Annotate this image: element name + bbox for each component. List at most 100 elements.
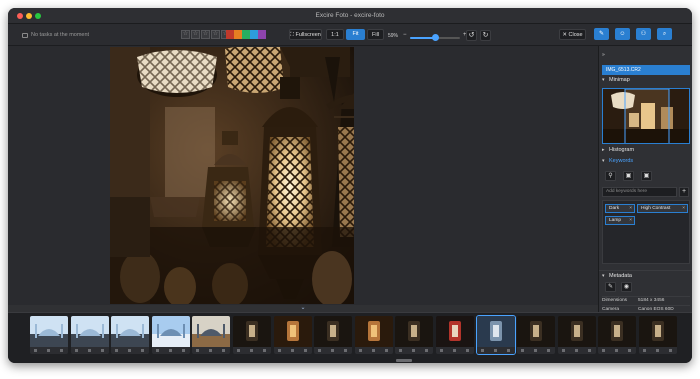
filmstrip-thumbnail[interactable] <box>233 316 271 354</box>
image-viewer[interactable] <box>8 46 598 305</box>
metadata-header[interactable]: ▾ Metadata <box>599 270 692 279</box>
filmstrip-thumbnail[interactable] <box>192 316 231 354</box>
rating-star-icon[interactable]: ☆ <box>191 30 200 39</box>
filmstrip[interactable] <box>8 312 692 363</box>
remove-keyword-icon[interactable]: × <box>629 205 632 212</box>
rotate-left-icon: ↺ <box>468 32 475 39</box>
metadata-edit-button[interactable]: ✎ <box>605 282 616 292</box>
color-label-2[interactable] <box>234 30 242 39</box>
color-label-4[interactable] <box>250 30 258 39</box>
filmstrip-thumbnail[interactable] <box>273 316 312 354</box>
right-panel: » IMG_6513.CR2 ▾ Minimap ▸ Histogram ▾ Ke <box>598 46 692 312</box>
plus-icon: + <box>681 188 687 195</box>
keyword-chip[interactable]: High Contrast × <box>637 204 688 213</box>
zoom-fill-button[interactable]: Fill <box>367 29 384 40</box>
zoom-fit-button[interactable]: Fit <box>346 29 365 40</box>
keyword-list: Dark × High Contrast × Lamp × <box>602 200 690 264</box>
list-icon: ▣ <box>643 173 650 179</box>
toolbar: No tasks at the moment ☆☆☆☆☆ ⛶ Fullscree… <box>8 24 692 46</box>
double-chevron-icon: » <box>602 52 605 58</box>
keyword-label: High Contrast <box>641 206 671 211</box>
main-photo[interactable] <box>110 47 354 304</box>
title-bar: Excire Foto - excire-foto <box>8 8 692 24</box>
rating-star-icon[interactable]: ☆ <box>181 30 190 39</box>
fullscreen-label: Fullscreen <box>295 32 321 38</box>
keyword-chip[interactable]: Dark × <box>605 204 635 213</box>
task-status: No tasks at the moment <box>22 32 89 38</box>
tab-face[interactable]: ☺ <box>615 28 630 40</box>
zoom-slider[interactable] <box>410 34 460 41</box>
tab-search[interactable]: ⌕ <box>657 28 672 40</box>
filmstrip-thumbnail[interactable] <box>557 316 596 354</box>
chevron-right-icon: ▸ <box>602 147 605 153</box>
filmstrip-thumbnail[interactable] <box>314 316 353 354</box>
thumbnail-toolbar <box>192 347 231 354</box>
keyword-input[interactable]: Add keywords here <box>602 187 677 197</box>
minimap-header[interactable]: ▾ Minimap <box>599 77 692 83</box>
filmstrip-thumbnail[interactable] <box>436 316 474 354</box>
filmstrip-thumbnail[interactable] <box>517 316 556 354</box>
face-icon: ☺ <box>619 31 626 37</box>
color-label-1[interactable] <box>226 30 234 39</box>
chevron-down-icon: ⌄ <box>300 305 306 311</box>
thumbnail-toolbar <box>233 347 271 354</box>
metadata-row: Dimensions 5184 x 3456 <box>602 296 690 304</box>
thumbnail-toolbar <box>395 347 434 354</box>
file-section-header[interactable]: » <box>599 52 692 60</box>
filmstrip-thumbnail[interactable] <box>151 316 190 354</box>
add-keyword-button[interactable]: + <box>679 187 689 197</box>
keyword-tag-button[interactable]: ▣ <box>623 171 634 181</box>
filmstrip-thumbnail[interactable] <box>395 316 434 354</box>
filmstrip-toggle[interactable]: ⌄ <box>8 305 598 312</box>
file-list-item[interactable]: IMG_6513.CR2 <box>602 65 690 75</box>
keyword-input-placeholder: Add keywords here <box>606 189 648 194</box>
fullscreen-button[interactable]: ⛶ Fullscreen <box>289 29 322 40</box>
filmstrip-thumbnail[interactable] <box>70 316 109 354</box>
zoom-one-to-one-button[interactable]: 1:1 <box>326 29 344 40</box>
filmstrip-scrollbar[interactable] <box>396 359 412 362</box>
rotate-right-button[interactable]: ↻ <box>480 30 491 41</box>
tab-edit[interactable]: ✎ <box>594 28 609 40</box>
histogram-header[interactable]: ▸ Histogram <box>599 147 692 153</box>
remove-keyword-icon[interactable]: × <box>682 205 685 212</box>
filmstrip-thumbnail[interactable] <box>639 316 677 354</box>
keyword-label: Lamp <box>609 218 621 223</box>
filmstrip-thumbnail[interactable] <box>30 316 68 354</box>
metadata-title: Metadata <box>609 273 632 279</box>
rating-star-icon[interactable]: ☆ <box>211 30 220 39</box>
task-status-text: No tasks at the moment <box>31 32 90 38</box>
edit-icon: ✎ <box>598 31 605 37</box>
close-viewer-button[interactable]: ✕ Close <box>559 29 586 40</box>
rating-star-icon[interactable]: ☆ <box>201 30 210 39</box>
keyword-label: Dark <box>609 206 620 211</box>
pen-icon: ✎ <box>607 284 614 290</box>
metadata-row: Camera Canon EOS 60D <box>602 305 690 313</box>
fit-label: Fit <box>352 31 359 37</box>
keyword-list-button[interactable]: ▣ <box>641 171 652 181</box>
tab-people[interactable]: ⚇ <box>636 28 651 40</box>
zoom-out-icon[interactable]: − <box>403 32 407 38</box>
filmstrip-thumbnail[interactable] <box>598 316 637 354</box>
metadata-key: Dimensions <box>602 298 628 303</box>
keywords-header[interactable]: ▾ Keywords <box>599 158 692 164</box>
rotate-left-button[interactable]: ↺ <box>466 30 477 41</box>
filmstrip-thumbnail[interactable] <box>354 316 393 354</box>
metadata-view-button[interactable]: ◉ <box>621 282 632 292</box>
thumbnail-toolbar <box>151 347 190 354</box>
minimap-title: Minimap <box>609 77 630 83</box>
filmstrip-thumbnail[interactable] <box>476 316 515 354</box>
metadata-value: 5184 x 3456 <box>638 298 665 303</box>
color-label-5[interactable] <box>258 30 266 39</box>
color-labels <box>226 30 266 39</box>
color-label-3[interactable] <box>242 30 250 39</box>
keyword-chip[interactable]: Lamp × <box>605 216 635 225</box>
keyword-person-button[interactable]: ⚲ <box>605 171 616 181</box>
people-icon: ⚇ <box>640 31 647 37</box>
minimap[interactable] <box>602 88 690 144</box>
person-icon: ⚲ <box>608 173 613 179</box>
zoom-slider-handle[interactable] <box>432 34 439 41</box>
thumbnail-toolbar <box>354 347 393 354</box>
tag-icon: ▣ <box>625 173 632 179</box>
remove-keyword-icon[interactable]: × <box>629 217 632 224</box>
filmstrip-thumbnail[interactable] <box>111 316 150 354</box>
